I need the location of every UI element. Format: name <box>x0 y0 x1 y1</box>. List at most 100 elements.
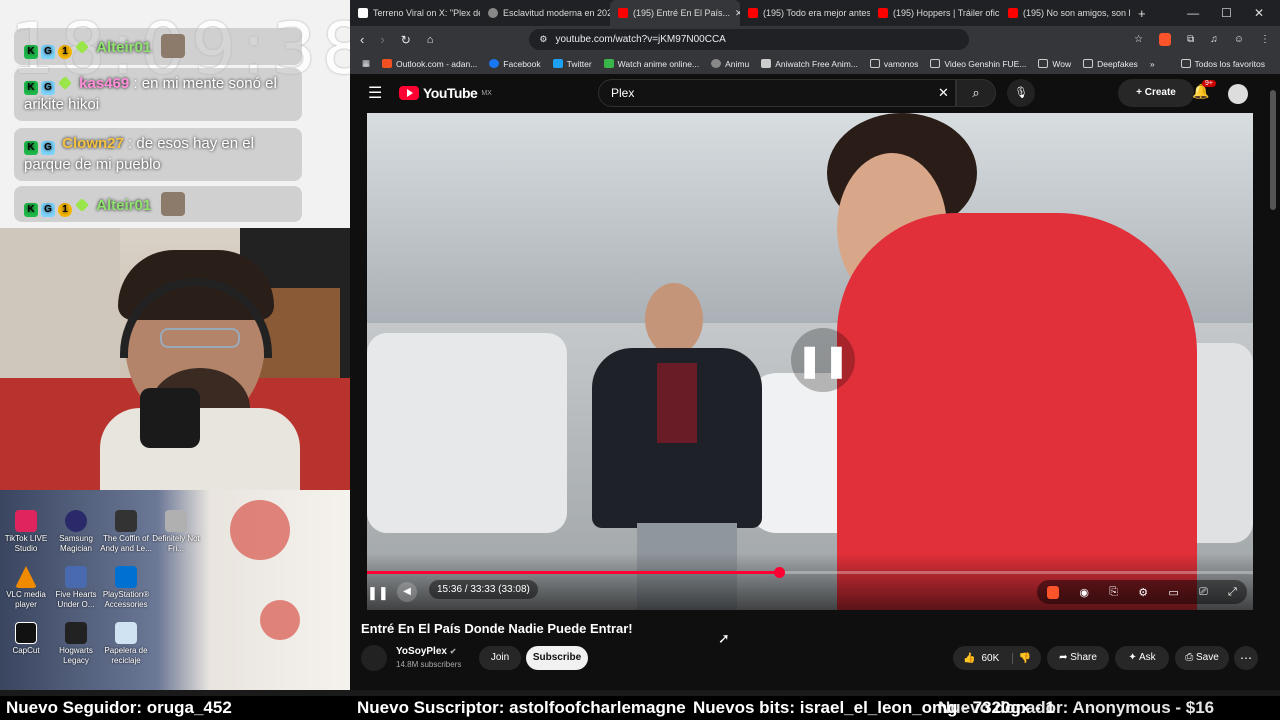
desktop-icon-playstation-accessories[interactable]: PlayStation® Accessories <box>100 566 152 610</box>
new-tab-button[interactable]: + <box>1130 6 1154 21</box>
progress-bar[interactable] <box>367 567 1253 578</box>
dislike-icon[interactable]: 👎 <box>1011 652 1041 664</box>
ticker-subscriber: Nuevo Suscriptor: astolfoofcharlemagne <box>357 698 686 717</box>
tab-todo-era-mejor[interactable]: (195) Todo era mejor antes... <box>740 0 870 26</box>
url-field[interactable]: ⚙ youtube.com/watch?v=jKM97N00CCA <box>529 29 970 50</box>
desktop-icon-definitely-not-fri[interactable]: Definitely Not Fri... <box>150 510 202 554</box>
time-display: 15:36 / 33:33 (33:08) <box>429 580 538 599</box>
mouse-cursor-icon: ➚ <box>718 630 730 646</box>
chat-message: KG1 Alteir01 <box>14 28 302 65</box>
home-icon[interactable]: ⌂ <box>427 34 434 46</box>
minimize-icon[interactable]: — <box>1187 6 1199 20</box>
channel-name[interactable]: YoSoyPlex ✔ <box>396 646 456 657</box>
white-car <box>367 333 567 533</box>
video-player[interactable]: ❚❚ ❚❚ ◀ 15:36 / 33:33 (33:08) ◉ ⎘ ⚙ ▭ ⎚ … <box>367 113 1253 610</box>
profile-icon[interactable]: ☺ <box>1234 34 1244 45</box>
tab-hoppers-trailer[interactable]: (195) Hoppers | Tráiler oficial... <box>870 0 1000 26</box>
autoplay-toggle-icon[interactable]: ◉ <box>1079 586 1089 599</box>
youtube-play-icon <box>399 86 419 100</box>
bookmark-item[interactable]: Outlook.com - adan... <box>382 59 477 69</box>
desktop-icon-hogwarts-legacy[interactable]: Hogwarts Legacy <box>50 622 102 666</box>
globe-icon <box>711 59 722 68</box>
desktop-icon-tiktok-live[interactable]: TikTok LIVE Studio <box>0 510 52 554</box>
captions-icon[interactable]: ⎘ <box>1109 586 1118 599</box>
desktop-icon-recycle-bin[interactable]: Papelera de reciclaje <box>100 622 152 666</box>
user-avatar <box>161 192 186 216</box>
like-dislike-group: 👍 60K 👎 <box>953 646 1041 670</box>
music-icon[interactable]: ♫ <box>1210 34 1218 45</box>
volume-icon[interactable]: ◀ <box>397 582 417 602</box>
pause-button[interactable]: ❚❚ <box>367 585 389 601</box>
fullscreen-icon[interactable]: ⤢ <box>1228 586 1237 599</box>
tab-terreno-viral[interactable]: Terreno Viral on X: "Plex de... <box>350 0 480 26</box>
youtube-icon <box>618 8 628 18</box>
search-icon[interactable]: ⌕ <box>956 79 996 107</box>
desktop-icon-coffin-andy[interactable]: The Coffin of Andy and Le... <box>100 510 152 554</box>
desktop-icon-samsung-magician[interactable]: Samsung Magician <box>50 510 102 554</box>
save-button[interactable]: ⎙ Save <box>1175 646 1229 670</box>
bookmarks-overflow-button[interactable]: » <box>1150 59 1155 69</box>
notification-count-badge: 9+ <box>1202 80 1216 87</box>
menu-icon[interactable]: ⋮ <box>1260 34 1280 45</box>
subscribe-button[interactable]: Subscribe <box>526 646 588 670</box>
bookmark-folder[interactable]: Video Genshin FUE... <box>930 59 1026 69</box>
desktop-icon-vlc[interactable]: VLC media player <box>0 566 52 610</box>
settings-gear-icon[interactable]: ⚙ <box>1138 586 1148 599</box>
create-button[interactable]: + Create <box>1118 79 1194 107</box>
desktop-icon-capcut[interactable]: CapCut <box>0 622 52 656</box>
folder-icon <box>1038 59 1049 68</box>
microphone-icon[interactable]: 🎙 <box>1007 79 1035 107</box>
back-icon[interactable]: ‹ <box>360 32 364 47</box>
tab-no-son-amigos[interactable]: (195) No son amigos, son h... <box>1000 0 1130 26</box>
playstation-icon <box>115 566 137 588</box>
channel-avatar[interactable] <box>361 645 387 671</box>
clear-search-icon[interactable]: ✕ <box>938 85 949 101</box>
more-actions-icon[interactable]: ⋯ <box>1234 646 1258 670</box>
brave-shield-icon[interactable] <box>1159 33 1172 46</box>
bookmark-item[interactable]: Animu <box>711 59 749 69</box>
close-window-icon[interactable]: ✕ <box>1254 6 1264 20</box>
all-favorites-folder[interactable]: Todos los favoritos <box>1180 59 1265 69</box>
bookmark-item[interactable]: Twitter <box>552 59 592 69</box>
reload-icon[interactable]: ↻ <box>401 33 411 47</box>
bookmark-item[interactable]: Aniwatch Free Anim... <box>761 59 858 69</box>
folder-icon <box>1083 59 1094 68</box>
bookmark-folder[interactable]: Wow <box>1038 59 1071 69</box>
desktop-icon-five-hearts[interactable]: Five Hearts Under O... <box>50 566 102 610</box>
cast-icon[interactable]: ⎚ <box>1199 586 1208 599</box>
game-icon <box>165 510 187 532</box>
game-icon <box>65 566 87 588</box>
tab-entre-en-el-pais[interactable]: (195) Entré En El País... ✕ <box>610 0 740 26</box>
join-button[interactable]: Join <box>479 646 521 670</box>
apps-grid-icon[interactable]: ▦ <box>362 58 370 69</box>
gem-badge-icon <box>75 40 89 54</box>
folder-icon <box>1180 59 1191 68</box>
youtube-logo[interactable]: YouTube MX <box>399 85 492 101</box>
account-avatar[interactable] <box>1228 84 1248 104</box>
forward-icon[interactable]: › <box>380 32 384 47</box>
miniplayer-icon[interactable]: ▭ <box>1168 586 1178 599</box>
maximize-icon[interactable]: ☐ <box>1221 6 1232 20</box>
like-count[interactable]: 60K <box>975 653 999 664</box>
hogwarts-icon <box>65 622 87 644</box>
share-button[interactable]: ➦ Share <box>1047 646 1109 670</box>
bookmark-star-icon[interactable]: ☆ <box>1134 34 1143 45</box>
progress-scrubber[interactable] <box>773 567 785 578</box>
chat-username: Alteir01 <box>96 197 152 214</box>
hamburger-menu-icon[interactable]: ☰ <box>368 83 382 103</box>
brave-shield-icon[interactable] <box>1047 585 1060 599</box>
bookmark-folder[interactable]: vamonos <box>869 59 918 69</box>
site-info-icon[interactable]: ⚙ <box>539 34 547 45</box>
page-scrollbar[interactable] <box>1270 90 1276 210</box>
tab-esclavitud[interactable]: Esclavitud moderna en 2026... <box>480 0 610 26</box>
bookmark-folder[interactable]: Deepfakes <box>1083 59 1138 69</box>
extensions-icon[interactable]: ⧉ <box>1187 34 1194 45</box>
like-icon[interactable]: 👍 <box>953 653 975 664</box>
pause-overlay-icon[interactable]: ❚❚ <box>791 328 855 392</box>
progress-played <box>367 571 779 574</box>
coin-badge-icon: 1 <box>58 45 72 59</box>
bookmark-item[interactable]: Watch anime online... <box>603 59 699 69</box>
ask-button[interactable]: ✦ Ask <box>1115 646 1169 670</box>
search-input[interactable]: Plex <box>598 79 956 107</box>
bookmark-item[interactable]: Facebook <box>489 59 541 69</box>
